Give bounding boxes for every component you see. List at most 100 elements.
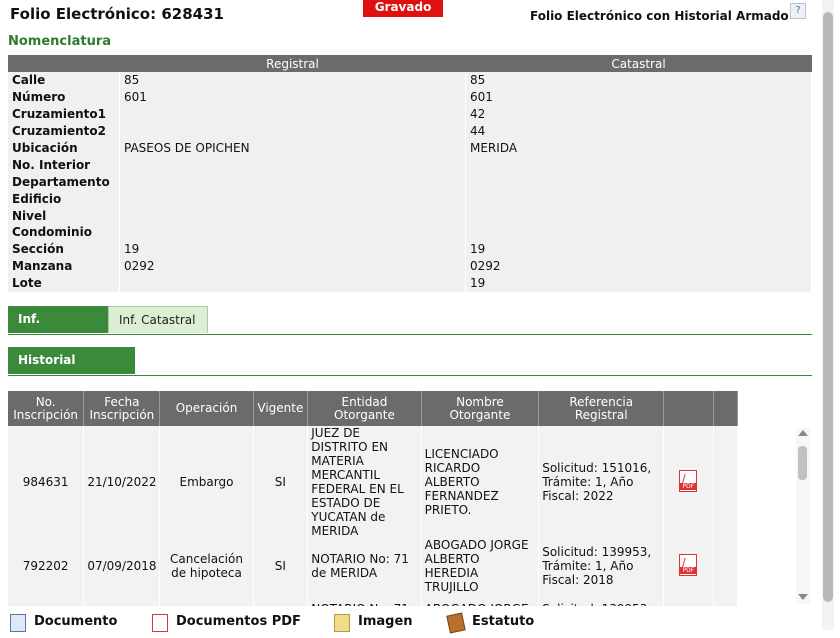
cell-referencia: Solicitud: 151016, Trámite: 1, Año Fisca…: [538, 426, 665, 538]
nomenclatura-row: Condominio: [8, 224, 812, 241]
cell-extra: [713, 538, 739, 594]
cell-vigente: SI: [253, 426, 309, 538]
registral-value: [119, 122, 466, 140]
cell-referencia: Solicitud: 139953, Trámite: 1, Año Fisca…: [538, 538, 665, 594]
estatuto-button[interactable]: Estatuto: [446, 612, 535, 638]
pdf-icon[interactable]: [679, 553, 698, 576]
cell-fecha: 21/10/2022: [83, 426, 161, 538]
row-label: Lote: [8, 274, 120, 292]
imagen-label: Imagen: [358, 614, 413, 629]
row-label: Cruzamiento1: [8, 105, 120, 123]
folio-title: Folio Electrónico: 628431: [10, 5, 224, 23]
registral-value: [119, 105, 466, 123]
registral-value: 85: [119, 72, 466, 89]
pdf-icon[interactable]: [679, 469, 698, 492]
registral-value: 601: [119, 88, 466, 106]
nomenclatura-row: Departamento: [8, 173, 812, 191]
table-row: 984631 21/10/2022 Embargo SI JUEZ DE DISTRIT…: [8, 426, 739, 538]
row-label: Número: [8, 88, 120, 106]
col-extra: [713, 391, 739, 426]
row-label: Departamento: [8, 173, 120, 191]
estatuto-label: Estatuto: [472, 614, 535, 629]
cell-fecha: 07/09/2018: [83, 538, 161, 594]
footer-actions: Documento Documentos PDF Imagen Estatuto: [0, 606, 822, 634]
table-scrollbar-thumb[interactable]: [798, 446, 807, 480]
tab-inf-registral[interactable]: Inf. Registral: [8, 306, 108, 353]
documentos-pdf-label: Documentos PDF: [176, 614, 301, 629]
row-label: Condominio: [8, 224, 120, 241]
row-label: Manzana: [8, 257, 120, 275]
documento-button[interactable]: Documento: [10, 614, 117, 638]
scroll-up-icon[interactable]: [798, 430, 808, 436]
catastral-value: [465, 156, 812, 174]
nomenclatura-row: Cruzamiento1 42: [8, 105, 812, 123]
catastral-value: [465, 190, 812, 208]
row-label: Ubicación: [8, 139, 120, 157]
nomenclatura-row: Lote 19: [8, 274, 812, 292]
nomenclatura-row: Manzana 0292 0292: [8, 257, 812, 275]
historial-table: No. Inscripción Fecha Inscripción Operac…: [8, 391, 739, 624]
catastral-value: [465, 224, 812, 241]
col-vigente[interactable]: Vigente: [253, 391, 309, 426]
nomenclatura-row: Nivel: [8, 207, 812, 225]
page-scrollbar-thumb[interactable]: [823, 12, 833, 602]
table-row: 792202 07/09/2018 Cancelación de hipoteca S…: [8, 538, 739, 594]
row-label: Nivel: [8, 207, 120, 225]
col-operacion[interactable]: Operación: [159, 391, 254, 426]
row-label: Edificio: [8, 190, 120, 208]
cell-extra: [713, 426, 739, 538]
nomenclatura-row: Sección 19 19: [8, 240, 812, 258]
scroll-down-icon[interactable]: [798, 594, 808, 600]
nomenclatura-row: Número 601 601: [8, 88, 812, 106]
cell-pdf: [663, 538, 714, 594]
nomenclatura-row: No. Interior: [8, 156, 812, 174]
nomenclatura-table: Registral Catastral Calle 85 85 Número 601 60…: [8, 55, 812, 292]
catastral-value: [465, 207, 812, 225]
catastral-value: MERIDA: [465, 139, 812, 157]
row-label: No. Interior: [8, 156, 120, 174]
registral-value: [119, 190, 466, 208]
documentos-pdf-button[interactable]: Documentos PDF: [152, 614, 301, 638]
nomenclatura-row: Calle 85 85: [8, 72, 812, 89]
catastral-value: 19: [465, 274, 812, 292]
row-label: Cruzamiento2: [8, 122, 120, 140]
nomenclatura-row: Ubicación PASEOS DE OPICHEN MERIDA: [8, 139, 812, 157]
info-tabs: Inf. Registral Inf. Catastral: [8, 306, 812, 353]
page-scrollbar[interactable]: [822, 0, 834, 630]
registral-value: [119, 173, 466, 191]
tab-inf-catastral[interactable]: Inf. Catastral: [108, 306, 208, 333]
cell-operacion: Cancelación de hipoteca: [159, 538, 254, 594]
registral-column-header: Registral: [119, 55, 466, 72]
cell-no-inscripcion: 792202: [8, 538, 85, 594]
catastral-value: [465, 173, 812, 191]
cell-entidad: JUEZ DE DISTRITO EN MATERIA MERCANTIL FE…: [307, 426, 422, 538]
book-icon: [446, 612, 466, 634]
historial-armado-label: Folio Electrónico con Historial Armado: [530, 9, 789, 23]
registral-value: [119, 274, 466, 292]
col-entidad-otorgante[interactable]: Entidad Otorgante: [307, 391, 422, 426]
tab-historial-registral[interactable]: Historial Registral: [8, 347, 135, 394]
header: Folio Electrónico: 628431 Gravado Folio …: [0, 0, 840, 30]
catastral-value: 0292: [465, 257, 812, 275]
catastral-value: 42: [465, 105, 812, 123]
cell-entidad: NOTARIO No: 71 de MERIDA: [307, 538, 422, 594]
catastral-column-header: Catastral: [465, 55, 812, 72]
col-no-inscripcion[interactable]: No. Inscripción: [8, 391, 85, 426]
historial-tabs: Historial Registral: [8, 347, 812, 394]
documento-label: Documento: [34, 614, 118, 629]
registral-value: [119, 156, 466, 174]
imagen-button[interactable]: Imagen: [334, 614, 413, 638]
col-nombre-otorgante[interactable]: Nombre Otorgante: [421, 391, 540, 426]
nomenclatura-title: Nomenclatura: [8, 34, 112, 49]
col-fecha-inscripcion[interactable]: Fecha Inscripción: [83, 391, 161, 426]
help-icon[interactable]: ?: [790, 3, 806, 19]
registral-value: 19: [119, 240, 466, 258]
cell-operacion: Embargo: [159, 426, 254, 538]
table-scrollbar[interactable]: [796, 428, 810, 604]
col-referencia-registral[interactable]: Referencia Registral: [538, 391, 665, 426]
nomenclatura-row: Cruzamiento2 44: [8, 122, 812, 140]
registral-value: 0292: [119, 257, 466, 275]
cell-vigente: SI: [253, 538, 309, 594]
col-documents: [663, 391, 714, 426]
status-badge: Gravado: [363, 0, 443, 17]
